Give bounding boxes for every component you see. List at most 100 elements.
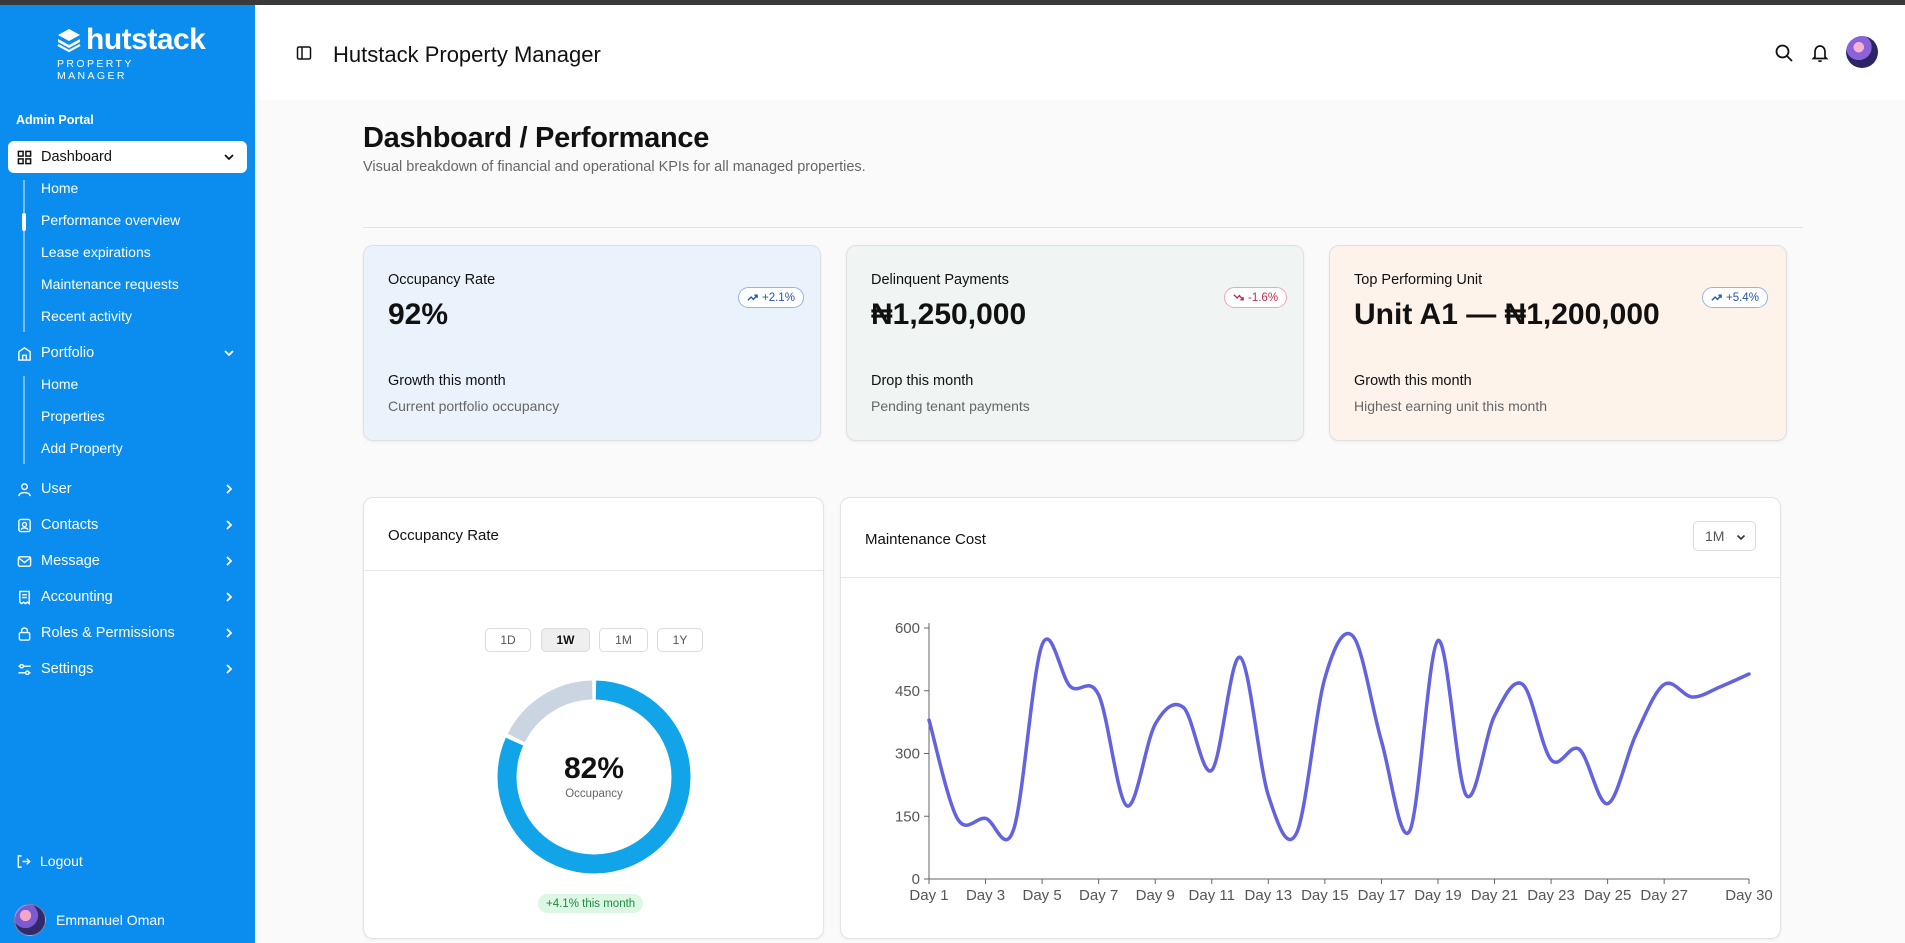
- sidebar-subitem-add-property[interactable]: Add Property: [41, 440, 123, 456]
- chevron-down-icon: [224, 350, 234, 357]
- user-profile[interactable]: Emmanuel Oman: [14, 904, 165, 936]
- x-tick-label: Day 7: [1079, 887, 1118, 904]
- app-title: Hutstack Property Manager: [333, 42, 601, 67]
- period-select-value: 1M: [1705, 528, 1725, 544]
- kpi-label: Occupancy Rate: [388, 272, 496, 288]
- sidebar-item-label: Dashboard: [41, 149, 112, 165]
- sidebar-item-accounting[interactable]: Accounting: [8, 581, 247, 613]
- sidebar-item-dashboard[interactable]: Dashboard: [8, 141, 247, 173]
- dashboard-icon: [16, 149, 32, 165]
- sidebar-subitem-properties[interactable]: Properties: [41, 408, 105, 424]
- sidebar-item-label: Contacts: [41, 517, 99, 533]
- lock-icon: [16, 625, 32, 641]
- sidebar-item-settings[interactable]: Settings: [8, 653, 247, 685]
- sidebar-item-label: User: [41, 481, 72, 497]
- kpi-label: Top Performing Unit: [1354, 272, 1483, 288]
- mail-icon: [16, 553, 32, 569]
- logout-button[interactable]: Logout: [16, 853, 83, 869]
- trend-up-icon: [747, 294, 758, 301]
- logout-label: Logout: [40, 853, 83, 869]
- sidebar-item-label: Message: [41, 553, 100, 569]
- sidebar-item-contacts[interactable]: Contacts: [8, 509, 247, 541]
- kpi-value: 92%: [388, 298, 449, 331]
- sub-nav-rail: [23, 180, 25, 332]
- chevron-right-icon: [226, 556, 233, 566]
- sidebar-subitem-portfolio-home[interactable]: Home: [41, 376, 78, 392]
- trend-badge: +2.1%: [738, 287, 804, 308]
- x-tick-label: Day 1: [909, 887, 948, 904]
- x-tick-label: Day 3: [966, 887, 1005, 904]
- x-tick-label: Day 23: [1527, 887, 1575, 904]
- series-line: [927, 631, 1751, 842]
- sidebar-item-label: Roles & Permissions: [41, 625, 175, 641]
- sidebar-subitem-maintenance-requests[interactable]: Maintenance requests: [41, 276, 179, 292]
- logo-mark-icon: [57, 29, 81, 53]
- building-icon: [16, 345, 32, 361]
- sidebar-item-user[interactable]: User: [8, 473, 247, 505]
- range-button-1d[interactable]: 1D: [485, 628, 531, 652]
- avatar: [14, 904, 46, 936]
- x-tick-label: Day 11: [1189, 887, 1235, 904]
- kpi-value: ₦1,250,000: [871, 298, 1027, 331]
- divider: [363, 227, 1803, 228]
- sidebar-toggle-icon[interactable]: [296, 45, 312, 61]
- sidebar-subitem-lease-expirations[interactable]: Lease expirations: [41, 244, 151, 260]
- kpi-footer-title: Growth this month: [388, 373, 506, 389]
- sidebar-item-roles-permissions[interactable]: Roles & Permissions: [8, 617, 247, 649]
- search-icon[interactable]: [1774, 43, 1794, 63]
- sidebar-item-label: Accounting: [41, 589, 113, 605]
- donut-percent: 82%: [563, 752, 625, 785]
- sidebar-subitem-home[interactable]: Home: [41, 180, 78, 196]
- card-title: Maintenance Cost: [865, 531, 986, 548]
- x-tick-label: Day 19: [1414, 887, 1462, 904]
- kpi-footer-desc: Current portfolio occupancy: [388, 398, 560, 414]
- chevron-right-icon: [226, 592, 233, 602]
- sidebar-subitem-performance-overview[interactable]: Performance overview: [41, 212, 180, 228]
- header-avatar[interactable]: [1846, 36, 1878, 68]
- kpi-footer-desc: Highest earning unit this month: [1354, 398, 1547, 414]
- maintenance-line-chart: 0 150 300 450 600 Day 1 Day 3 Day 5 Day 7 Day 9 Da…: [895, 620, 1773, 904]
- y-tick-label: 300: [895, 746, 920, 763]
- x-tick-label: Day 17: [1358, 887, 1406, 904]
- range-button-1m[interactable]: 1M: [599, 628, 648, 652]
- receipt-icon: [16, 589, 32, 605]
- sidebar-item-portfolio[interactable]: Portfolio: [8, 337, 247, 369]
- maintenance-cost-card: Maintenance Cost 1M 0 150 300 450 600 Day 1 Da…: [840, 497, 1781, 939]
- portal-label: Admin Portal: [16, 113, 94, 127]
- sub-nav-active-indicator: [22, 213, 26, 231]
- kpi-footer-desc: Pending tenant payments: [871, 398, 1030, 414]
- logo-subtitle: PROPERTY MANAGER: [57, 58, 134, 82]
- y-tick-label: 450: [895, 683, 920, 700]
- logo-text: hutstack: [86, 23, 206, 56]
- kpi-card-occupancy: Occupancy Rate 92% +2.1% Growth this mon…: [363, 245, 821, 441]
- trend-badge: -1.6%: [1224, 287, 1288, 308]
- bell-icon[interactable]: [1810, 43, 1830, 63]
- y-tick-label: 600: [895, 620, 920, 637]
- x-tick-label: Day 21: [1471, 887, 1519, 904]
- occupancy-donut: 82% Occupancy: [497, 680, 691, 874]
- user-icon: [16, 481, 32, 497]
- donut-caption: Occupancy: [565, 788, 623, 800]
- badge-text: -1.6%: [1248, 291, 1279, 304]
- sidebar: hutstack PROPERTY MANAGER Admin Portal D…: [0, 5, 255, 943]
- card-divider: [841, 577, 1780, 578]
- trend-up-icon: [1711, 294, 1722, 301]
- range-button-1y[interactable]: 1Y: [657, 628, 703, 652]
- sidebar-item-message[interactable]: Message: [8, 545, 247, 577]
- sliders-icon: [16, 661, 32, 677]
- kpi-label: Delinquent Payments: [871, 272, 1009, 288]
- chevron-right-icon: [226, 520, 233, 530]
- logo[interactable]: hutstack PROPERTY MANAGER: [56, 23, 206, 83]
- x-tick-label: Day 13: [1245, 887, 1293, 904]
- contacts-icon: [16, 517, 32, 533]
- window-top-strip: [0, 0, 1905, 5]
- badge-text: +5.4%: [1726, 291, 1759, 304]
- range-button-1w[interactable]: 1W: [541, 628, 590, 652]
- user-name: Emmanuel Oman: [56, 912, 165, 928]
- page-title: Dashboard / Performance: [363, 122, 710, 154]
- logout-icon: [17, 854, 31, 868]
- sidebar-subitem-recent-activity[interactable]: Recent activity: [41, 308, 132, 324]
- period-select[interactable]: 1M: [1693, 521, 1756, 551]
- card-divider: [364, 570, 823, 571]
- badge-text: +2.1%: [762, 291, 795, 304]
